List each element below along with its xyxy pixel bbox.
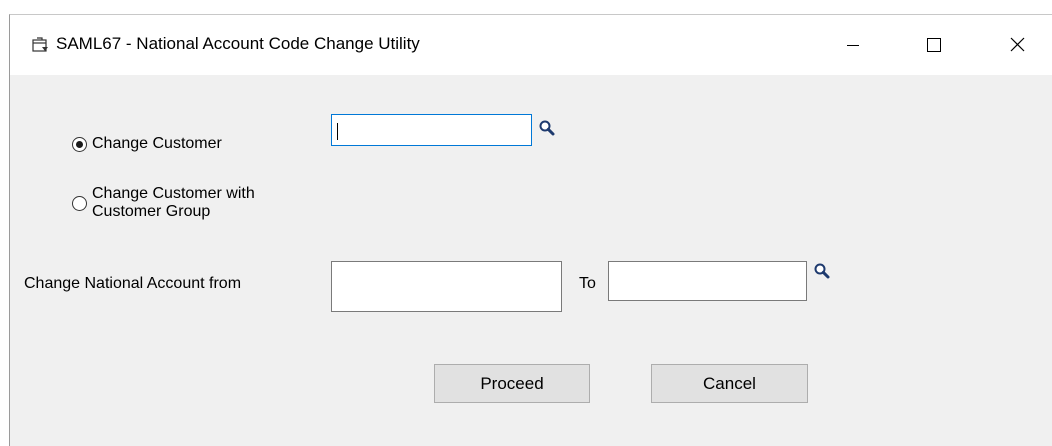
close-icon bbox=[1010, 37, 1025, 52]
dialog-body: Change Customer Change Customer with Cus… bbox=[10, 75, 1052, 446]
change-customer-group-label: Change Customer with Customer Group bbox=[92, 185, 255, 221]
national-account-from-input[interactable] bbox=[332, 262, 561, 311]
customer-input[interactable] bbox=[332, 115, 531, 145]
window-title: SAML67 - National Account Code Change Ut… bbox=[56, 34, 420, 53]
minimize-button[interactable] bbox=[830, 29, 876, 61]
national-account-from-box[interactable] bbox=[331, 261, 562, 312]
national-account-to-input[interactable] bbox=[609, 262, 806, 300]
dialog-window: SAML67 - National Account Code Change Ut… bbox=[9, 14, 1052, 446]
cancel-button[interactable]: Cancel bbox=[651, 364, 808, 403]
change-customer-group-radio[interactable] bbox=[72, 196, 87, 211]
change-customer-option[interactable]: Change Customer bbox=[72, 135, 222, 153]
customer-input-box[interactable] bbox=[331, 114, 532, 146]
minimize-icon bbox=[847, 45, 859, 46]
national-account-from-label: Change National Account from bbox=[24, 275, 242, 292]
change-customer-radio[interactable] bbox=[72, 137, 87, 152]
maximize-button[interactable] bbox=[910, 29, 956, 61]
change-customer-group-option[interactable]: Change Customer with Customer Group bbox=[72, 185, 255, 221]
maximize-icon bbox=[927, 38, 941, 52]
change-customer-group-label-line2: Customer Group bbox=[92, 203, 211, 220]
text-caret bbox=[337, 123, 338, 140]
search-icon[interactable] bbox=[811, 260, 833, 282]
change-customer-group-label-line1: Change Customer with bbox=[92, 185, 255, 202]
to-label: To bbox=[579, 275, 596, 292]
national-account-to-box[interactable] bbox=[608, 261, 807, 301]
close-button[interactable] bbox=[994, 29, 1040, 61]
search-icon[interactable] bbox=[536, 117, 558, 139]
form-window-icon bbox=[32, 37, 48, 52]
title-bar[interactable]: SAML67 - National Account Code Change Ut… bbox=[10, 15, 1052, 75]
proceed-button[interactable]: Proceed bbox=[434, 364, 590, 403]
change-customer-label: Change Customer bbox=[92, 135, 222, 152]
